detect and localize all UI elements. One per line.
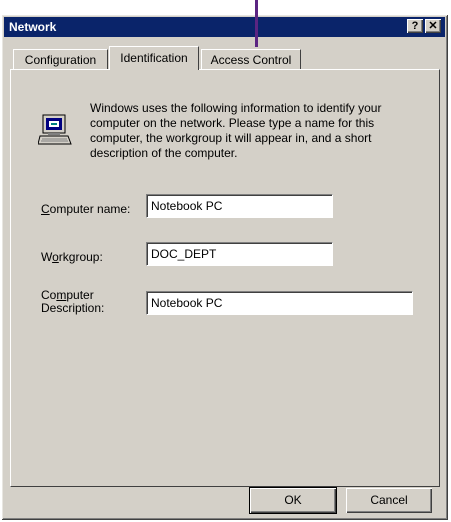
identification-description: Windows uses the following information t… [90, 101, 382, 160]
close-button[interactable]: ✕ [425, 19, 441, 33]
network-dialog: Network ? ✕ Configuration Identification… [1, 14, 448, 520]
computer-description-input[interactable]: Notebook PC [146, 291, 413, 315]
computer-name-label: Computer name: [41, 202, 131, 216]
workgroup-input[interactable]: DOC_DEPT [146, 242, 333, 266]
tab-configuration[interactable]: Configuration [13, 49, 108, 69]
window-title: Network [9, 20, 57, 34]
callout-pointer-line [255, 0, 258, 47]
ok-button[interactable]: OK [249, 487, 337, 514]
title-bar: Network ? ✕ [4, 17, 445, 37]
tab-identification[interactable]: Identification [109, 46, 199, 70]
help-button[interactable]: ? [407, 19, 423, 33]
computer-description-label: Computer Description: [41, 288, 105, 315]
cancel-button[interactable]: Cancel [346, 488, 432, 513]
network-computer-icon [38, 114, 72, 145]
computer-name-input[interactable]: Notebook PC [146, 194, 333, 218]
workgroup-label: Workgroup: [41, 250, 103, 264]
tab-access-control[interactable]: Access Control [201, 49, 301, 69]
